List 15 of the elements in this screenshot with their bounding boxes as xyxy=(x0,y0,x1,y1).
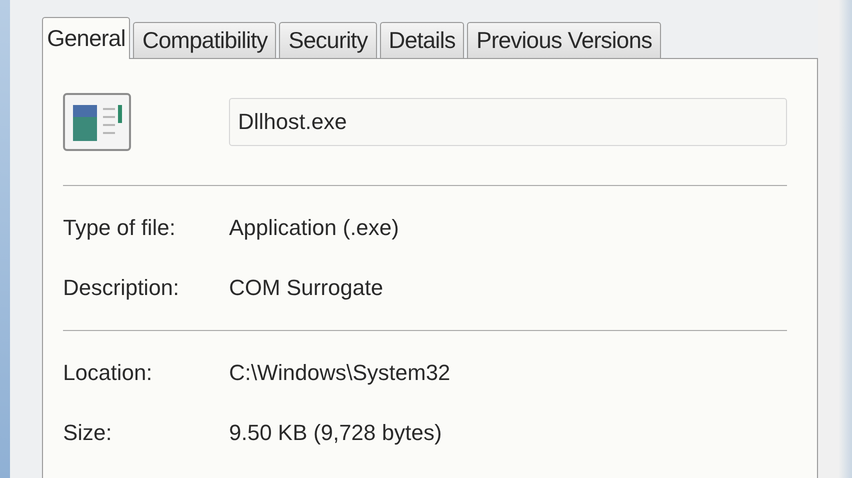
tab[interactable]: General xyxy=(42,17,130,59)
tab[interactable]: Previous Versions xyxy=(467,22,661,58)
property-value: Application (.exe) xyxy=(229,215,399,241)
property-label: Description: xyxy=(63,275,180,301)
tab[interactable]: Details xyxy=(380,22,464,58)
property-value: C:\Windows\System32 xyxy=(229,360,450,386)
property-label: Location: xyxy=(63,360,154,386)
tab[interactable]: Compatibility xyxy=(133,22,276,58)
application-icon xyxy=(63,93,131,151)
property-value: 9.50 KB (9,728 bytes) xyxy=(229,420,442,446)
property-label: Type of file: xyxy=(63,215,177,241)
file-name-field[interactable]: Dllhost.exe xyxy=(229,98,787,146)
property-label: Size: xyxy=(63,420,113,446)
tab[interactable]: Security xyxy=(279,22,377,58)
property-value: COM Surrogate xyxy=(229,275,384,301)
